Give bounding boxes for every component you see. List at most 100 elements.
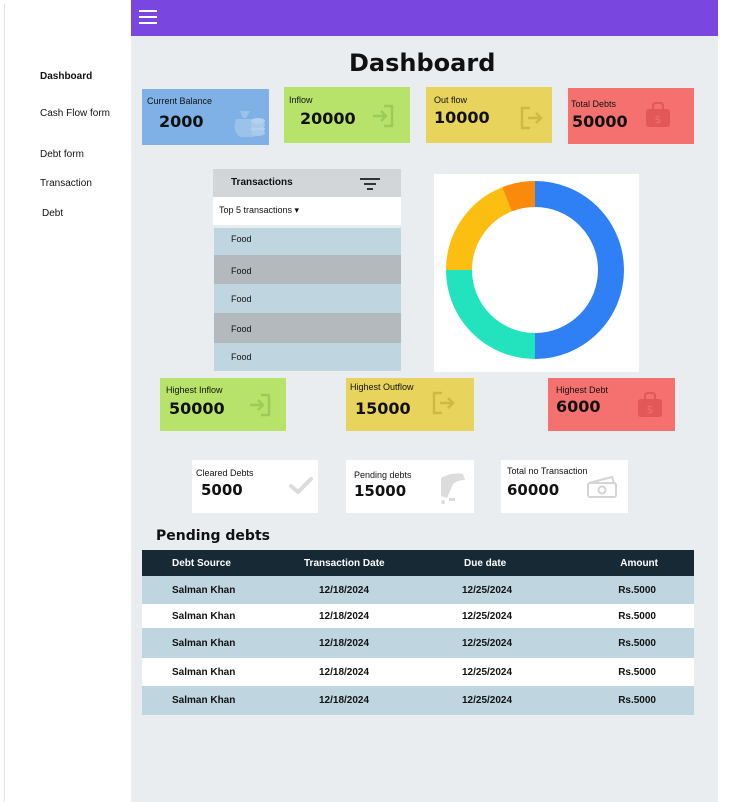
cell-due-date: 12/25/2024 [462,666,513,678]
cell-due-date: 12/25/2024 [462,637,513,649]
cell-transaction-date: 12/18/2024 [319,584,370,596]
cell-debt-source: Salman Khan [172,695,236,706]
card-label: Inflow [289,95,313,105]
pending-debts-title: Pending debts [156,528,270,544]
list-item[interactable]: Food [214,255,401,284]
cell-transaction-date: 12/18/2024 [319,666,370,678]
cell-amount: Rs.5000 [618,610,656,622]
filter-icon[interactable] [360,178,380,190]
donut-chart-svg [446,181,624,359]
cell-amount: Rs.5000 [618,584,656,596]
table-row[interactable]: Salman Khan 12/18/2024 12/25/2024 Rs.500… [142,628,694,658]
donut-segment-2[interactable] [446,269,536,359]
card-value: 60000 [507,481,560,499]
card-label: Out flow [434,95,468,105]
sidebar-item-debt[interactable]: Debt [42,208,63,219]
list-item-label: Food [231,352,252,362]
column-header-due-date[interactable]: Due date [432,550,574,576]
cell-debt-source: Salman Khan [172,666,236,678]
table-row[interactable]: Salman Khan 12/18/2024 12/25/2024 Rs.500… [142,658,694,686]
cleared-debts-card[interactable]: Cleared Debts 5000 [192,460,318,513]
cell-due-date: 12/25/2024 [462,610,513,622]
pending-debts-card[interactable]: Pending debts 15000 [346,460,474,513]
main-content: Dashboard Current Balance 2000 Inflow 20… [131,36,718,802]
list-item-label: Food [231,266,252,276]
hand-coin-icon [441,473,465,504]
current-balance-card[interactable]: Current Balance 2000 [142,89,269,145]
dollar-bag-icon: $ [638,392,662,417]
card-label: Highest Debt [556,385,609,395]
hamburger-menu-icon[interactable] [139,10,157,24]
transactions-panel: Transactions Top 5 transactions ▾ Food F… [213,169,401,371]
card-value: 6000 [556,397,601,416]
list-item[interactable]: Food [214,343,401,371]
logout-arrow-icon [432,391,455,415]
svg-text:$: $ [655,113,662,126]
cell-transaction-date: 12/18/2024 [319,610,370,622]
list-item[interactable]: Food [214,228,401,255]
sidebar-item-debt-form[interactable]: Debt form [40,149,84,160]
select-value: Top 5 transactions ▾ [219,205,300,215]
cell-debt-source: Salman Khan [172,584,236,596]
cell-amount: Rs.5000 [618,637,656,649]
card-value: 5000 [201,481,243,499]
top-bar [131,0,718,36]
logout-arrow-icon [520,106,543,130]
column-header-debt-source[interactable]: Debt Source [142,550,290,576]
card-label: Pending debts [354,470,412,480]
transactions-title: Transactions [231,177,293,188]
cell-transaction-date: 12/18/2024 [319,637,370,649]
list-item-label: Food [231,294,252,304]
table-header-row: Debt Source Transaction Date Due date Am… [142,550,694,576]
card-value: 50000 [169,399,225,418]
highest-outflow-card[interactable]: Highest Outflow 15000 [346,378,474,431]
cell-transaction-date: 12/18/2024 [319,695,370,706]
card-label: Cleared Debts [196,468,254,478]
dollar-bag-icon: $ [646,102,670,127]
cell-debt-source: Salman Khan [172,610,236,622]
card-value: 50000 [572,112,628,131]
sidebar-item-transaction[interactable]: Transaction [40,178,92,189]
sidebar-item-cash-flow-form[interactable]: Cash Flow form [40,108,110,119]
cell-due-date: 12/25/2024 [462,584,513,596]
highest-debt-card[interactable]: Highest Debt 6000 $ [548,378,675,431]
cell-amount: Rs.5000 [618,695,656,706]
donut-chart [434,174,639,372]
page-title: Dashboard [349,49,496,77]
sidebar-item-dashboard[interactable]: Dashboard [40,71,92,82]
cell-due-date: 12/25/2024 [462,695,513,706]
card-value: 20000 [300,109,356,128]
column-header-transaction-date[interactable]: Transaction Date [290,550,432,576]
donut-segment-4[interactable] [502,181,536,212]
login-arrow-icon [373,104,394,128]
list-item[interactable]: Food [214,313,401,343]
cell-amount: Rs.5000 [618,666,656,678]
cell-debt-source: Salman Khan [172,637,236,649]
out-flow-card[interactable]: Out flow 10000 [426,87,552,143]
transactions-header: Transactions [213,169,401,197]
checkmark-icon [289,477,313,494]
total-transactions-card[interactable]: Total no Transaction 60000 [501,460,628,513]
card-value: 2000 [159,112,204,131]
table-row[interactable]: Salman Khan 12/18/2024 12/25/2024 Rs.500… [142,604,694,628]
card-label: Total Debts [571,99,617,109]
top-transactions-select[interactable]: Top 5 transactions ▾ [213,197,401,225]
pending-debts-table: Debt Source Transaction Date Due date Am… [142,550,694,715]
cash-icon [587,475,617,498]
card-value: 15000 [354,482,407,500]
card-value: 15000 [355,399,411,418]
inflow-card[interactable]: Inflow 20000 [284,87,410,143]
donut-segment-3[interactable] [446,187,513,271]
total-debts-card[interactable]: Total Debts 50000 $ [568,88,694,144]
highest-inflow-card[interactable]: Highest Inflow 50000 [160,378,286,431]
list-item[interactable]: Food [214,284,401,313]
card-label: Current Balance [147,96,213,106]
donut-segment-1[interactable] [534,181,624,359]
column-header-amount[interactable]: Amount [574,550,694,576]
list-item-label: Food [231,234,252,244]
table-row[interactable]: Salman Khan 12/18/2024 12/25/2024 Rs.500… [142,686,694,715]
login-arrow-icon [250,393,271,417]
card-label: Highest Inflow [166,385,223,395]
card-label: Highest Outflow [350,382,414,392]
table-row[interactable]: Salman Khan 12/18/2024 12/25/2024 Rs.500… [142,576,694,604]
